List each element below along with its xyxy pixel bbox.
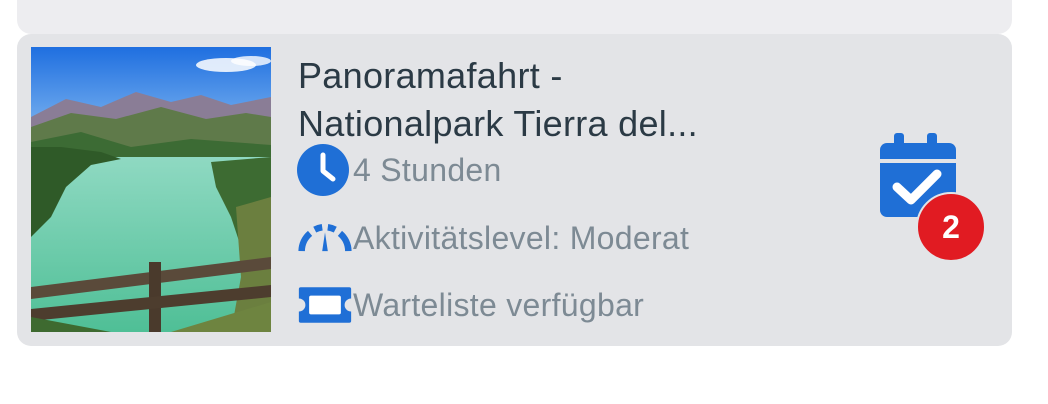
tour-title-line-2: Nationalpark Tierra del... xyxy=(298,103,698,144)
clock-icon xyxy=(297,144,353,196)
tour-card[interactable]: Panoramafahrt - Nationalpark Tierra del.… xyxy=(17,34,1012,346)
availability-text: Warteliste verfügbar xyxy=(353,286,645,323)
landscape-photo xyxy=(31,47,271,332)
speedometer-icon xyxy=(297,213,353,263)
tour-title: Panoramafahrt - Nationalpark Tierra del.… xyxy=(298,52,838,148)
duration-row: 4 Stunden xyxy=(297,144,502,196)
previous-card-bottom xyxy=(17,0,1012,34)
activity-level-text: Aktivitätslevel: Moderat xyxy=(353,219,690,256)
tour-thumbnail xyxy=(31,47,271,332)
availability-row: Warteliste verfügbar xyxy=(297,280,644,330)
duration-text: 4 Stunden xyxy=(353,151,502,188)
tour-title-line-1: Panoramafahrt - xyxy=(298,55,563,96)
activity-level-row: Aktivitätslevel: Moderat xyxy=(297,213,689,263)
booking-count-badge: 2 xyxy=(916,192,986,262)
ticket-icon xyxy=(297,280,353,330)
